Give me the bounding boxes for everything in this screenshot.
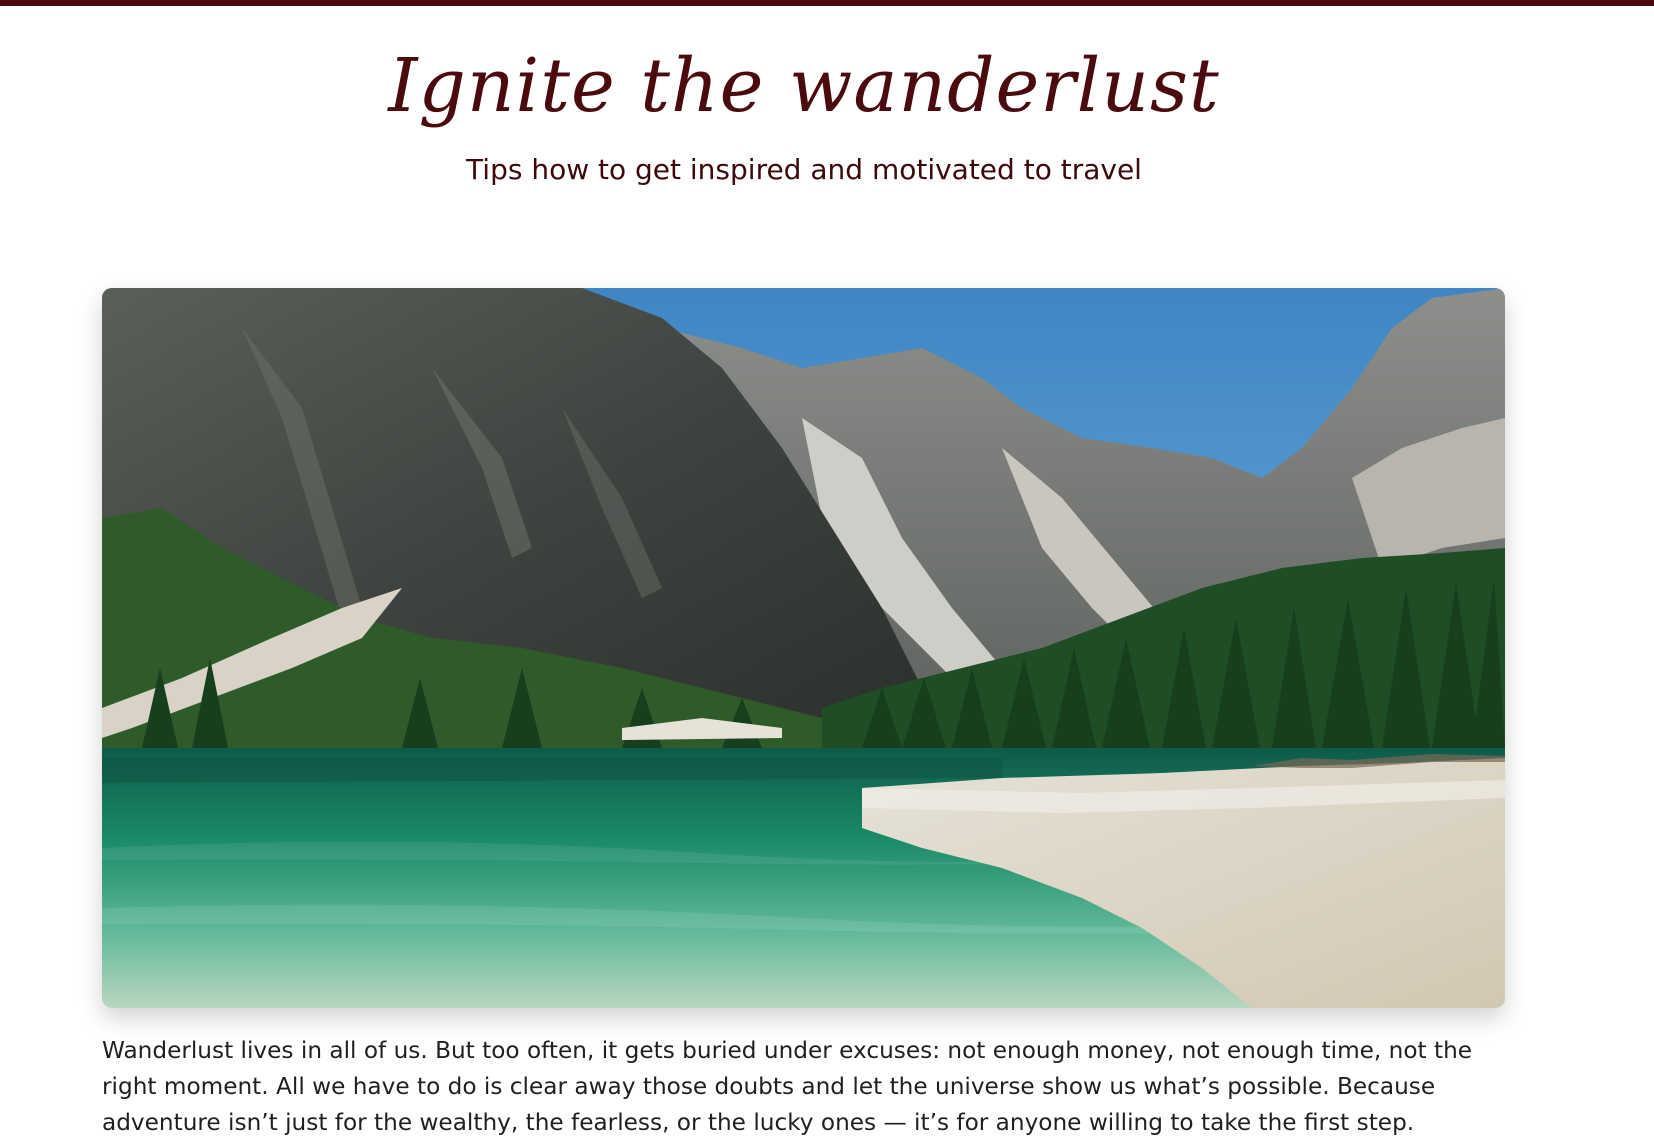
page-title: Ignite the wanderlust xyxy=(388,43,1220,129)
article-intro: Wanderlust lives in all of us. But too o… xyxy=(102,1037,1473,1136)
page-subtitle: Tips how to get inspired and motivated t… xyxy=(466,153,1142,186)
top-accent-bar xyxy=(0,0,1654,6)
mountain-lake-photo xyxy=(102,288,1505,1008)
hero-image xyxy=(102,288,1505,1008)
